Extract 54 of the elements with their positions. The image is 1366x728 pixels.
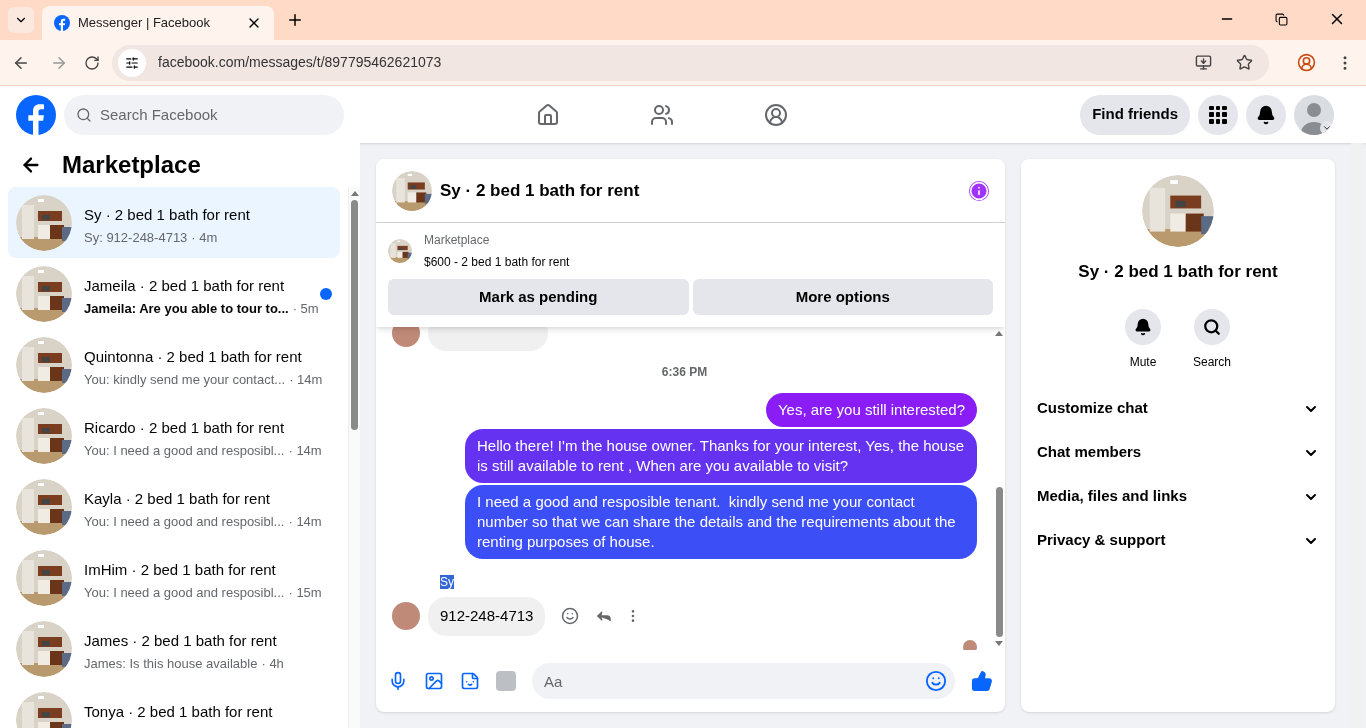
tab-title: Messenger | Facebook [78,14,211,33]
message-preview: You: kindly send me your contact... [84,371,286,389]
message-time: · 4h [261,655,284,673]
listing-text: $600 - 2 bed 1 bath for rent [424,254,570,271]
listing-label: Marketplace [424,232,491,249]
conversation-item[interactable]: Quintonna · 2 bed 1 bath for rent You: kindly send me your contact... · 14m [8,329,340,400]
details-section[interactable]: Customize chat [1037,386,1319,431]
listing-action-button[interactable]: Mark as pending [388,279,689,315]
sender-name: Sy [440,575,454,589]
message-time: · 4m [191,229,218,247]
details-section[interactable]: Media, files and links [1037,474,1319,519]
message-preview: You: I need a good and resposibl... [84,442,285,460]
message-bubble: Hello there! I'm the house owner. Thanks for your interest, Yes, the house is still available to rent , When are you available to visit? [465,429,977,483]
conversation-title: Quintonna · 2 bed 1 bath for rent [84,346,303,367]
message-time: · 14m [288,442,322,460]
chat-title: Sy · 2 bed 1 bath for rent [440,179,641,202]
message-input[interactable]: Aa [532,663,955,699]
conversation-title: Sy · 2 bed 1 bath for rent [84,204,251,225]
message-preview: You: I need a good and resposibl... [84,584,285,602]
conversation-title: Tonya · 2 bed 1 bath for rent [84,701,274,722]
conversation-title: Ricardo · 2 bed 1 bath for rent [84,417,286,438]
message-time: · 15m [288,584,322,602]
message-bubble: Yes, are you still interested? [765,393,977,427]
message-time: · 14m [288,513,322,531]
details-title: Sy · 2 bed 1 bath for rent [1078,261,1278,283]
conversation-item[interactable]: Ricardo · 2 bed 1 bath for rent You: I need a good and resposibl... · 14m [8,400,340,471]
message-bubble: 912-248-4713 [428,597,546,636]
conversation-item[interactable]: ImHim · 2 bed 1 bath for rent You: I need a good and resposibl... · 15m [8,542,340,613]
conversation-item[interactable]: Sy · 2 bed 1 bath for rent Sy: 912-248-4713 · 4m [8,187,340,258]
conversation-item[interactable]: Kayla · 2 bed 1 bath for rent You: I need a good and resposibl... · 14m [8,471,340,542]
conversation-item[interactable]: Jameila · 2 bed 1 bath for rent Jameila: Are you able to tour to... · 5m [8,258,340,329]
message-preview: You: I need a good and resposibl... [84,513,285,531]
message-bubble: I need a good and resposible tenant. kindly send me your contact number so that we can share the details and the requirements about the renting purposes of house. [465,485,977,559]
message-time: · 5m [292,300,319,318]
conversation-title: James · 2 bed 1 bath for rent [84,630,278,651]
timestamp: 6:36 PM [660,364,709,381]
url-text: facebook.com/messages/t/897795462621073 [158,53,443,72]
conversation-title: Jameila · 2 bed 1 bath for rent [84,275,286,296]
conversation-title: Kayla · 2 bed 1 bath for rent [84,488,271,509]
message-preview: Sy: 912-248-4713 [84,229,188,247]
message-time: · 14m [289,371,323,389]
details-section[interactable]: Privacy & support [1037,518,1319,563]
address-bar[interactable]: facebook.com/messages/t/897795462621073 [112,44,1269,81]
conversation-item[interactable]: Tonya · 2 bed 1 bath for rent [8,684,340,728]
search-field[interactable]: Search Facebook [64,94,344,135]
browser-tab[interactable]: Messenger | Facebook [42,6,274,40]
conversation-title: ImHim · 2 bed 1 bath for rent [84,559,277,580]
message-preview: Jameila: Are you able to tour to... [84,300,289,318]
details-section[interactable]: Chat members [1037,430,1319,475]
message-preview: James: Is this house available [84,655,258,673]
conversation-item[interactable]: James · 2 bed 1 bath for rent James: Is this house available · 4h [8,613,340,684]
listing-action-button[interactable]: More options [692,279,993,315]
find-friends-button[interactable]: Find friends [1080,94,1190,135]
sidebar-title: Marketplace [62,150,201,180]
